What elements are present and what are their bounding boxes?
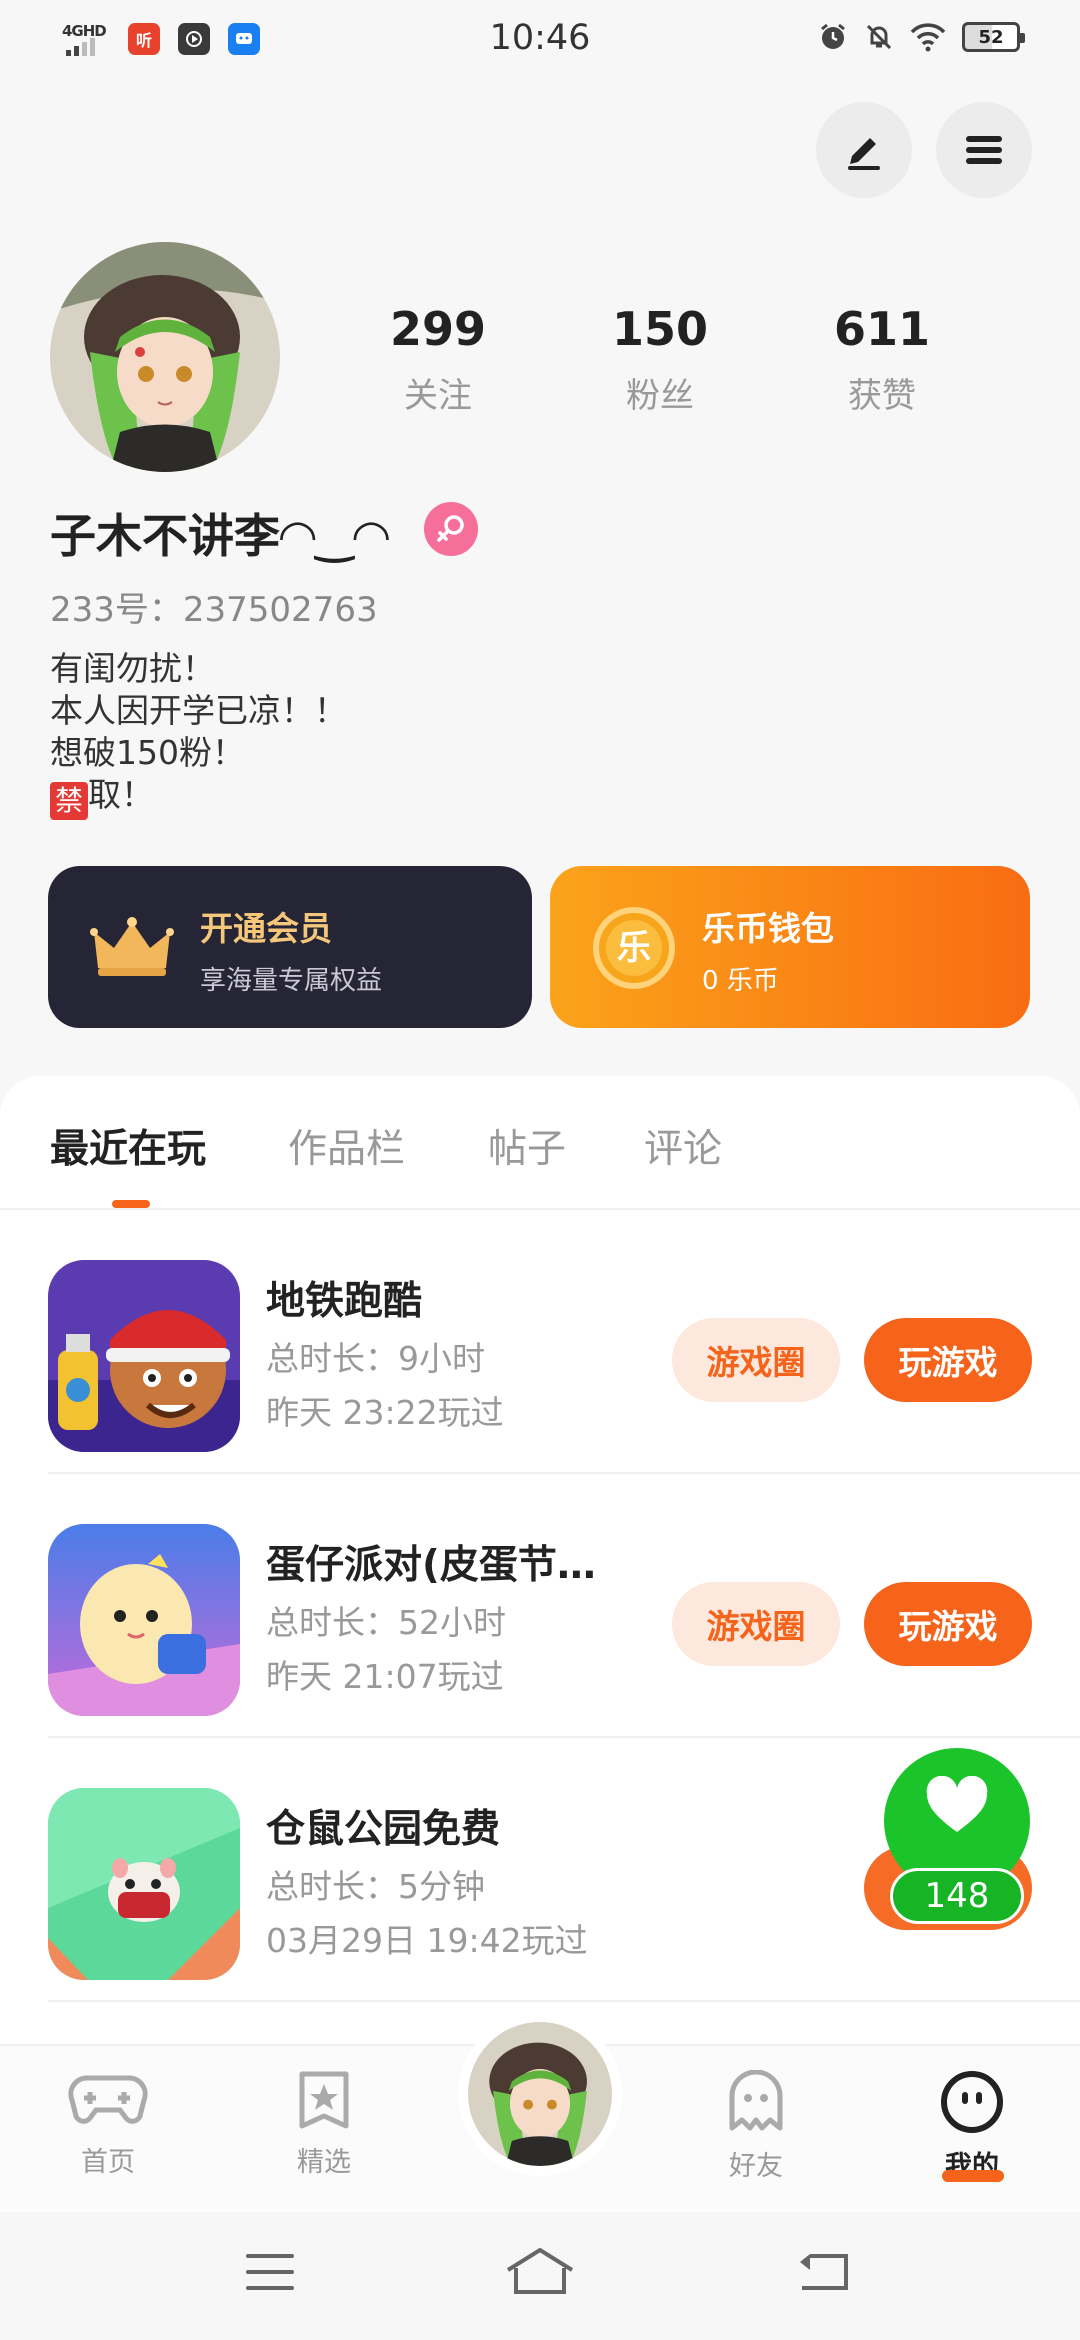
nav-home-label: 首页 [81,2147,135,2178]
crown-icon [90,917,174,976]
tab-recently-played[interactable]: 最近在玩 [50,1118,206,1174]
following-label: 关注 [404,376,472,416]
vip-subtitle: 享海量专属权益 [200,966,383,996]
bio-line-text: 取！ [88,775,154,814]
following-count: 299 [389,302,487,356]
likes-label: 获赞 [848,376,916,416]
list-item[interactable]: 地铁跑酷 总时长：9小时 昨天 23:22玩过 游戏圈 玩游戏 [48,1210,1080,1474]
back-icon[interactable] [794,2248,850,2292]
user-id: 233号：237502763 [50,590,378,630]
ghost-icon [729,2069,783,2131]
like-count-badge: 148 [890,1868,1024,1924]
vip-membership-card[interactable]: 开通会员 享海量专属权益 [48,866,532,1028]
prohibited-badge: 禁 [50,782,88,820]
nav-friends[interactable]: 好友 [686,2069,826,2183]
alarm-icon [821,23,845,49]
bio-line: 想破150粉！ [50,733,245,772]
battery-indicator: 52 [962,22,1025,52]
nav-mine[interactable]: 我的 [902,2070,1042,2183]
female-gender-icon [424,502,478,556]
nav-friends-label: 好友 [729,2151,783,2182]
followers-stat[interactable]: 150 粉丝 [580,302,740,417]
game-duration: 总时长：5分钟 [266,1867,485,1906]
play-game-button[interactable]: 玩游戏 [864,1582,1032,1666]
wallet-title: 乐币钱包 [702,909,834,948]
active-nav-underline [942,2170,1004,2182]
heart-icon [926,1776,988,1832]
menu-button[interactable] [936,102,1032,198]
likes-stat[interactable]: 611 获赞 [802,302,962,417]
game-name: 地铁跑酷 [266,1279,423,1324]
tab-works[interactable]: 作品栏 [288,1118,405,1174]
game-icon-eggy-party[interactable] [48,1524,240,1716]
nickname: 子木不讲李◠‿◠ [50,509,389,563]
game-circle-button[interactable]: 游戏圈 [672,1582,840,1666]
nav-featured-label: 精选 [297,2147,351,2178]
game-last-played: 昨天 23:22玩过 [266,1393,504,1432]
bio: 有闺勿扰！ 本人因开学已凉！！ 想破150粉！ 禁取！ [50,648,347,820]
wifi-icon [910,23,946,52]
recent-apps-icon[interactable] [244,2252,296,2292]
game-name: 仓鼠公园免费 [266,1807,501,1852]
active-tab-indicator [112,1200,150,1208]
play-game-button[interactable]: 玩游戏 [864,1318,1032,1402]
system-nav-bar [0,2212,1080,2340]
edit-profile-button[interactable] [816,102,912,198]
nav-center-avatar[interactable] [458,2012,622,2176]
game-circle-button[interactable]: 游戏圈 [672,1318,840,1402]
game-duration: 总时长：52小时 [266,1603,506,1642]
bio-line: 禁取！ [50,774,347,820]
tab-posts[interactable]: 帖子 [488,1118,566,1174]
status-right: 52 [818,22,1025,52]
star-badge-icon [299,2071,349,2129]
wallet-balance: 0 乐币 [702,966,779,996]
hamburger-icon [966,136,1002,164]
smiley-face-icon [941,2071,1003,2133]
vip-title: 开通会员 [200,909,332,948]
avatar [468,2022,612,2166]
list-item[interactable]: 蛋仔派对(皮蛋节… 总时长：52小时 昨天 21:07玩过 游戏圈 玩游戏 [48,1474,1080,1738]
followers-label: 粉丝 [626,376,694,416]
profile-tabs: 最近在玩 作品栏 帖子 评论 [0,1076,1080,1210]
gamepad-icon [68,2075,148,2124]
coin-wallet-card[interactable]: 乐 乐币钱包 0 乐币 [550,866,1030,1028]
status-bar: 4GHD 听 10:46 52 [0,0,1080,84]
game-name: 蛋仔派对(皮蛋节… [266,1543,596,1588]
following-stat[interactable]: 299 关注 [358,302,518,417]
followers-count: 150 [611,302,709,356]
likes-count: 611 [833,302,931,356]
bio-line: 有闺勿扰！ [50,649,215,688]
home-icon[interactable] [504,2246,576,2296]
tab-comments[interactable]: 评论 [644,1118,722,1174]
game-duration: 总时长：9小时 [266,1339,485,1378]
game-last-played: 昨天 21:07玩过 [266,1657,504,1696]
nav-featured[interactable]: 精选 [254,2070,394,2179]
profile-avatar[interactable] [50,242,280,472]
game-icon-hamster-park[interactable] [48,1788,240,1980]
mute-bell-icon [866,24,892,50]
bio-line: 本人因开学已凉！！ [50,691,347,730]
pencil-icon [848,138,880,170]
game-icon-subway-surfers[interactable] [48,1260,240,1452]
nav-home[interactable]: 首页 [38,2070,178,2179]
coin-char: 乐 [617,928,651,968]
game-last-played: 03月29日 19:42玩过 [266,1921,588,1960]
